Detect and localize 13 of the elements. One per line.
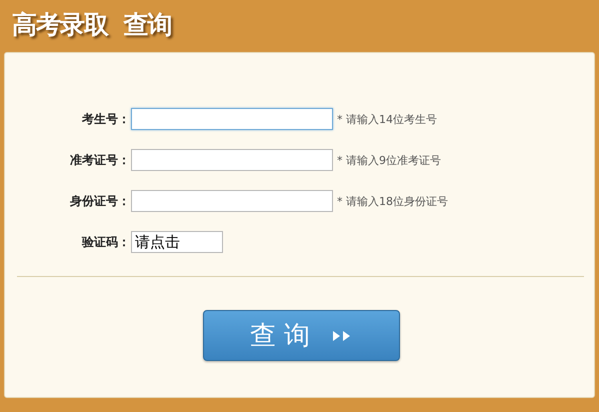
input-field[interactable] xyxy=(131,108,333,130)
hint-text: * 请输入18位身份证号 xyxy=(337,194,448,208)
field-label: 身份证号： xyxy=(69,192,130,210)
field-label: 准考证号： xyxy=(69,152,130,168)
field-label: 考生号： xyxy=(81,110,130,128)
page-title: 高考录取 查询 xyxy=(12,8,172,40)
input-field[interactable] xyxy=(131,149,333,171)
hint-text: * 请输入14位考生号 xyxy=(337,112,437,126)
hint-text: * 请输入9位准考证号 xyxy=(337,152,441,168)
double-chevron-icon xyxy=(332,330,352,342)
input-field[interactable] xyxy=(131,190,333,212)
field-label: 验证码： xyxy=(80,234,130,250)
captcha-field[interactable]: 请点击 xyxy=(131,231,223,253)
